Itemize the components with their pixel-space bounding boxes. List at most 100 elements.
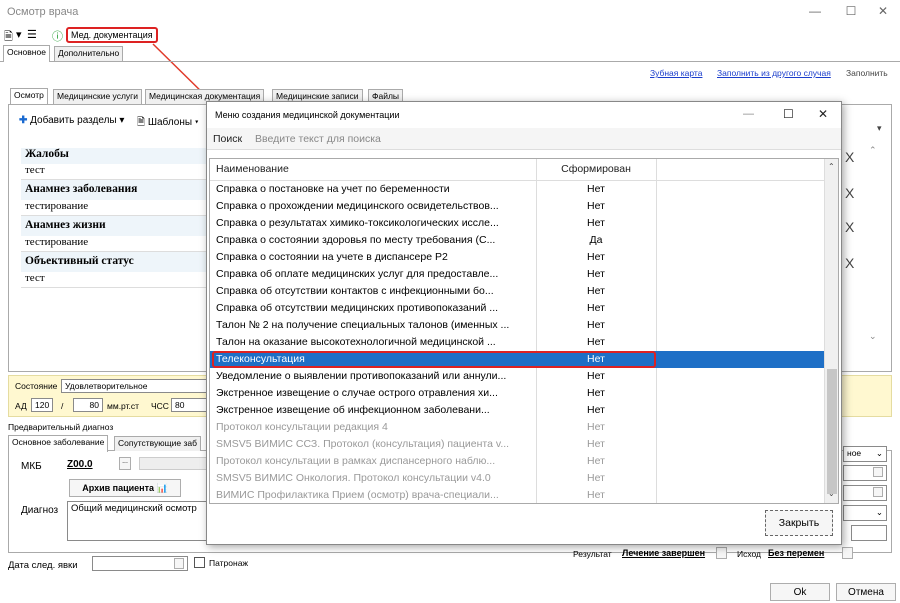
row-formed: Нет bbox=[587, 438, 605, 450]
col-name-header[interactable]: Наименование bbox=[216, 163, 289, 175]
mkb-label: МКБ bbox=[21, 461, 42, 472]
diagnosis-textarea[interactable]: Общий медицинский осмотр bbox=[67, 501, 207, 541]
mkb-value[interactable]: Z00.0 bbox=[67, 459, 93, 470]
section-anamnesis-life[interactable]: Анамнез жизни bbox=[21, 216, 211, 236]
table-row[interactable]: ВИМИС Профилактика Прием (осмотр) врача-… bbox=[210, 487, 824, 503]
row-name: Справка о состоянии на учете в диспансер… bbox=[216, 251, 448, 263]
mkb-name-field bbox=[139, 457, 207, 470]
section-anamnesis-disease[interactable]: Анамнез заболевания bbox=[21, 180, 211, 200]
tab-comorbid[interactable]: Сопутствующие заб bbox=[114, 436, 201, 451]
row-formed: Нет bbox=[587, 387, 605, 399]
scroll-down-icon[interactable]: ⌄ bbox=[869, 331, 877, 342]
add-sections-button[interactable]: ✚ Добавить разделы ▾ bbox=[19, 115, 124, 126]
diagnosis-label: Диагноз bbox=[21, 505, 59, 516]
right-select[interactable]: ное ⌄ bbox=[843, 446, 887, 462]
right-field-1[interactable] bbox=[843, 465, 887, 481]
dialog-title: Меню создания медицинской документации bbox=[215, 110, 400, 120]
table-row[interactable]: Экстренное извещение об инфекционном заб… bbox=[210, 402, 824, 419]
row-name: Талон № 2 на получение специальных талон… bbox=[216, 319, 510, 331]
section-complaints[interactable]: Жалобы bbox=[21, 148, 211, 164]
table-row[interactable]: Справка об отсутствии контактов с инфекц… bbox=[210, 283, 824, 300]
mkb-picker-button[interactable]: ... bbox=[119, 457, 131, 470]
ad-unit: мм.рт.ст bbox=[107, 401, 140, 411]
patronage-label: Патронаж bbox=[209, 558, 249, 568]
next-visit-input[interactable] bbox=[92, 556, 188, 571]
tab-main-disease[interactable]: Основное заболевание bbox=[8, 435, 109, 452]
patronage-checkbox[interactable] bbox=[194, 557, 205, 568]
row-name: SMSV5 ВИМИС Онкология. Протокол консульт… bbox=[216, 472, 491, 484]
row-formed: Нет bbox=[587, 455, 605, 467]
table-row[interactable]: Талон на оказание высокотехнологичной ме… bbox=[210, 334, 824, 351]
link-fill-from-other[interactable]: Заполнить из другого случая bbox=[717, 68, 831, 78]
row-formed: Нет bbox=[587, 285, 605, 297]
search-label: Поиск bbox=[213, 133, 243, 145]
med-docs-dialog: Меню создания медицинской документации —… bbox=[206, 101, 842, 545]
plus-icon: ✚ bbox=[19, 115, 28, 126]
patient-archive-button[interactable]: Архив пациента 📊 bbox=[69, 479, 181, 497]
right-select-2[interactable]: ⌄ bbox=[843, 505, 887, 521]
section-complaints-value[interactable]: тест bbox=[21, 164, 211, 180]
right-field-2[interactable] bbox=[843, 485, 887, 501]
dialog-close-icon[interactable]: ✕ bbox=[818, 107, 828, 121]
dialog-minimize-icon[interactable]: — bbox=[743, 108, 754, 120]
scroll-up-icon[interactable]: ⌃ bbox=[828, 162, 835, 171]
section-objective-status-value[interactable]: тест bbox=[21, 272, 211, 288]
ad-systolic-input[interactable]: 120 bbox=[31, 398, 53, 412]
row-formed: Нет bbox=[587, 336, 605, 348]
right-field-3[interactable] bbox=[851, 525, 887, 541]
search-input[interactable]: Введите текст для поиска bbox=[255, 133, 381, 145]
tab-additional[interactable]: Дополнительно bbox=[54, 46, 124, 61]
result-picker-button[interactable] bbox=[716, 547, 727, 559]
scroll-thumb[interactable] bbox=[827, 369, 837, 494]
table-row[interactable]: Уведомление о выявлении противопоказаний… bbox=[210, 368, 824, 385]
close-dialog-button[interactable]: Закрыть bbox=[765, 510, 833, 536]
table-row[interactable]: Справка об оплате медицинских услуг для … bbox=[210, 266, 824, 283]
next-visit-label: Дата след. явки bbox=[8, 560, 78, 571]
row-name: Экстренное извещение об инфекционном заб… bbox=[216, 404, 490, 416]
outcome-value[interactable]: Без перемен bbox=[768, 548, 824, 558]
result-value[interactable]: Лечение завершен bbox=[622, 548, 705, 558]
table-row[interactable]: Протокол консультации в рамках диспансер… bbox=[210, 453, 824, 470]
ok-button[interactable]: Ok bbox=[770, 583, 830, 601]
tab-main[interactable]: Основное bbox=[3, 45, 50, 62]
table-row[interactable]: SMSV5 ВИМИС Онкология. Протокол консульт… bbox=[210, 470, 824, 487]
row-formed: Нет bbox=[587, 251, 605, 263]
link-fill[interactable]: Заполнить bbox=[846, 68, 888, 78]
section-objective-status[interactable]: Объективный статус bbox=[21, 252, 211, 272]
state-select[interactable]: Удовлетворительное bbox=[61, 379, 211, 393]
link-dental-map[interactable]: Зубная карта bbox=[650, 68, 702, 78]
row-formed: Нет bbox=[587, 319, 605, 331]
chss-input[interactable]: 80 bbox=[171, 398, 211, 412]
row-name: Протокол консультации в рамках диспансер… bbox=[216, 455, 496, 467]
cancel-button[interactable]: Отмена bbox=[836, 583, 896, 601]
table-row[interactable]: Справка о состоянии здоровья по месту тр… bbox=[210, 232, 824, 249]
table-row[interactable]: Справка о постановке на учет по беременн… bbox=[210, 181, 824, 198]
table-row[interactable]: Протокол консультации редакция 4 Нет bbox=[210, 419, 824, 436]
tab-med-services[interactable]: Медицинские услуги bbox=[53, 89, 143, 104]
row-formed: Нет bbox=[587, 489, 605, 501]
table-row[interactable]: Справка о прохождении медицинского освид… bbox=[210, 198, 824, 215]
section-anamnesis-life-value[interactable]: тестирование bbox=[21, 236, 211, 252]
diagnosis-title: Предварительный диагноз bbox=[8, 422, 114, 432]
tab-exam[interactable]: Осмотр bbox=[10, 88, 48, 105]
outcome-picker-button[interactable] bbox=[842, 547, 853, 559]
col-formed-header[interactable]: Сформирован bbox=[538, 163, 654, 175]
documents-grid: Наименование Сформирован Справка о поста… bbox=[209, 158, 839, 504]
remove-section-icon[interactable]: X bbox=[845, 185, 854, 201]
table-row[interactable]: Экстренное извещение о случае острого от… bbox=[210, 385, 824, 402]
table-row[interactable]: Справка о состоянии на учете в диспансер… bbox=[210, 249, 824, 266]
remove-section-icon[interactable]: X bbox=[845, 219, 854, 235]
remove-section-icon[interactable]: X bbox=[845, 255, 854, 271]
table-row[interactable]: SMSV5 ВИМИС ССЗ. Протокол (консультация)… bbox=[210, 436, 824, 453]
table-row[interactable]: Справка о результатах химико-токсикологи… bbox=[210, 215, 824, 232]
remove-section-icon[interactable]: X bbox=[845, 149, 854, 165]
sections-list: Жалобы тест Анамнез заболевания тестиров… bbox=[21, 148, 211, 288]
table-row[interactable]: Талон № 2 на получение специальных талон… bbox=[210, 317, 824, 334]
templates-button[interactable]: 🗎 Шаблоны ▾ bbox=[137, 115, 199, 132]
scroll-up-icon[interactable]: ⌃ bbox=[869, 145, 877, 156]
collapse-icon[interactable]: ▾ bbox=[877, 123, 882, 134]
ad-diastolic-input[interactable]: 80 bbox=[73, 398, 103, 412]
table-row[interactable]: Справка об отсутствии медицинских против… bbox=[210, 300, 824, 317]
dialog-maximize-icon[interactable]: ☐ bbox=[783, 107, 794, 121]
section-anamnesis-disease-value[interactable]: тестирование bbox=[21, 200, 211, 216]
